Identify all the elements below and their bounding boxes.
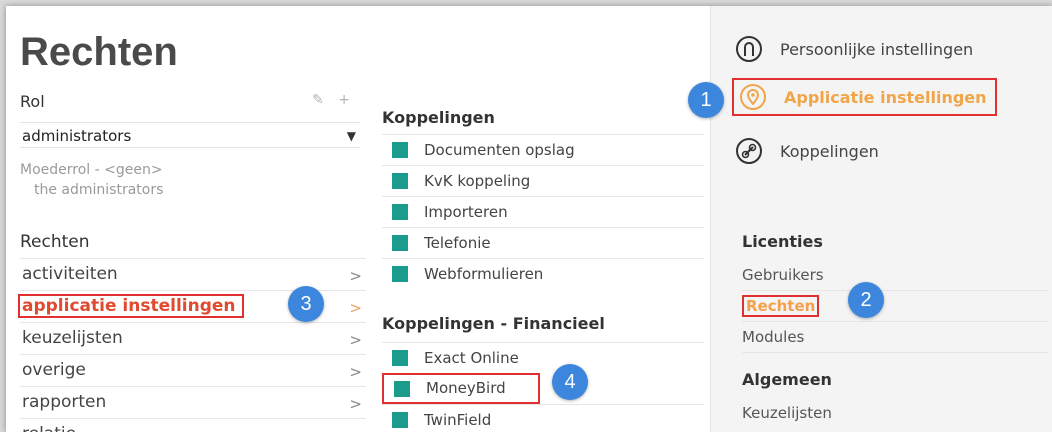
app-window: Rechten Rol ✎ + administrators ▼ Moederr… <box>6 6 1052 432</box>
rechten-item-keuzelijsten[interactable]: keuzelijsten > <box>20 322 366 354</box>
checkbox-icon[interactable] <box>392 350 408 366</box>
checkbox-icon[interactable] <box>392 412 408 428</box>
settings-sidebar <box>710 6 1052 432</box>
plus-icon[interactable]: + <box>338 92 350 108</box>
koppeling-label: Importeren <box>424 202 508 221</box>
koppeling-webformulieren[interactable]: Webformulieren <box>382 258 704 289</box>
link-label: Rechten <box>742 295 820 317</box>
koppelingen-list: Documenten opslag KvK koppeling Importer… <box>382 134 704 289</box>
rechten-item-overige[interactable]: overige > <box>20 354 366 386</box>
rechten-item-label: rapporten <box>22 392 107 412</box>
koppeling-label: Exact Online <box>424 348 519 367</box>
checkbox-icon[interactable] <box>394 380 410 397</box>
koppeling-label: Webformulieren <box>424 264 544 283</box>
nav-applicatie-instellingen[interactable]: Applicatie instellingen <box>732 78 997 116</box>
koppeling-twinfield[interactable]: TwinField <box>382 404 704 432</box>
koppeling-label: MoneyBird <box>426 379 506 397</box>
chevron-right-icon: > <box>349 267 362 285</box>
koppelingen-financieel-heading: Koppelingen - Financieel <box>382 314 605 333</box>
moederrol-text: Moederrol - <geen> <box>20 162 163 178</box>
licenties-heading: Licenties <box>742 232 823 251</box>
location-pin-icon <box>740 84 766 110</box>
koppeling-label: Documenten opslag <box>424 140 575 159</box>
koppeling-label: Telefonie <box>424 233 491 252</box>
rechten-item-label: applicatie instellingen <box>18 294 244 318</box>
chevron-right-icon: > <box>349 299 362 317</box>
rechten-item-label: activiteiten <box>22 264 118 284</box>
link-label: Modules <box>742 328 805 346</box>
koppeling-moneybird[interactable]: MoneyBird <box>382 373 540 404</box>
link-modules[interactable]: Modules <box>742 322 1048 353</box>
rol-select-value: administrators <box>22 127 132 145</box>
moederrol-info: Moederrol - <geen> the administrators <box>20 160 163 200</box>
rechten-heading: Rechten <box>20 232 90 252</box>
chevron-right-icon: > <box>349 421 362 432</box>
step-badge-1: 1 <box>688 82 724 118</box>
koppelingen-heading: Koppelingen <box>382 108 495 127</box>
rechten-item-activiteiten[interactable]: activiteiten > <box>20 258 366 290</box>
link-keuzelijsten[interactable]: Keuzelijsten <box>742 398 1048 428</box>
koppeling-importeren[interactable]: Importeren <box>382 196 704 227</box>
chevron-right-icon: > <box>349 331 362 349</box>
nav-label: Koppelingen <box>780 141 879 161</box>
pencil-icon[interactable]: ✎ <box>312 92 324 108</box>
nav-label: Persoonlijke instellingen <box>780 39 974 59</box>
koppelingen-financieel-list: Exact Online MoneyBird TwinField <box>382 342 704 432</box>
checkbox-icon[interactable] <box>392 235 408 251</box>
link-icon <box>736 138 762 164</box>
page-title: Rechten <box>20 30 178 74</box>
rechten-item-label: overige <box>22 360 86 380</box>
algemeen-heading: Algemeen <box>742 370 832 389</box>
chevron-right-icon: > <box>349 363 362 381</box>
chevron-right-icon: > <box>349 395 362 413</box>
user-icon <box>736 36 762 62</box>
checkbox-icon[interactable] <box>392 173 408 189</box>
nav-persoonlijke-instellingen[interactable]: Persoonlijke instellingen <box>736 36 973 62</box>
rol-tools: ✎ + <box>302 92 350 108</box>
koppeling-label: KvK koppeling <box>424 171 531 190</box>
checkbox-icon[interactable] <box>392 266 408 282</box>
nav-koppelingen[interactable]: Koppelingen <box>736 138 879 164</box>
rechten-item-label: relatie <box>22 424 76 432</box>
checkbox-icon[interactable] <box>392 204 408 220</box>
rol-label: Rol <box>20 92 45 111</box>
link-rechten[interactable]: Rechten <box>742 291 1048 322</box>
link-gebruikers[interactable]: Gebruikers <box>742 260 1048 291</box>
link-label: Gebruikers <box>742 266 824 284</box>
koppeling-label: TwinField <box>424 410 492 429</box>
rechten-item-rapporten[interactable]: rapporten > <box>20 386 366 418</box>
rol-description: the administrators <box>34 182 164 198</box>
rechten-item-relatie[interactable]: relatie > <box>20 418 366 432</box>
link-label: Keuzelijsten <box>742 404 832 422</box>
step-badge-2: 2 <box>848 282 884 318</box>
koppeling-exact-online[interactable]: Exact Online <box>382 342 704 373</box>
koppeling-documenten-opslag[interactable]: Documenten opslag <box>382 134 704 165</box>
step-badge-4: 4 <box>552 364 588 400</box>
rol-select[interactable]: administrators ▼ <box>20 122 360 148</box>
rechten-item-label: keuzelijsten <box>22 328 123 348</box>
koppeling-kvk[interactable]: KvK koppeling <box>382 165 704 196</box>
nav-label: Applicatie instellingen <box>784 87 987 107</box>
caret-down-icon: ▼ <box>346 129 356 143</box>
step-badge-3: 3 <box>288 286 324 322</box>
koppeling-telefonie[interactable]: Telefonie <box>382 227 704 258</box>
checkbox-icon[interactable] <box>392 142 408 158</box>
rechten-list: activiteiten > applicatie instellingen > k… <box>18 258 366 432</box>
